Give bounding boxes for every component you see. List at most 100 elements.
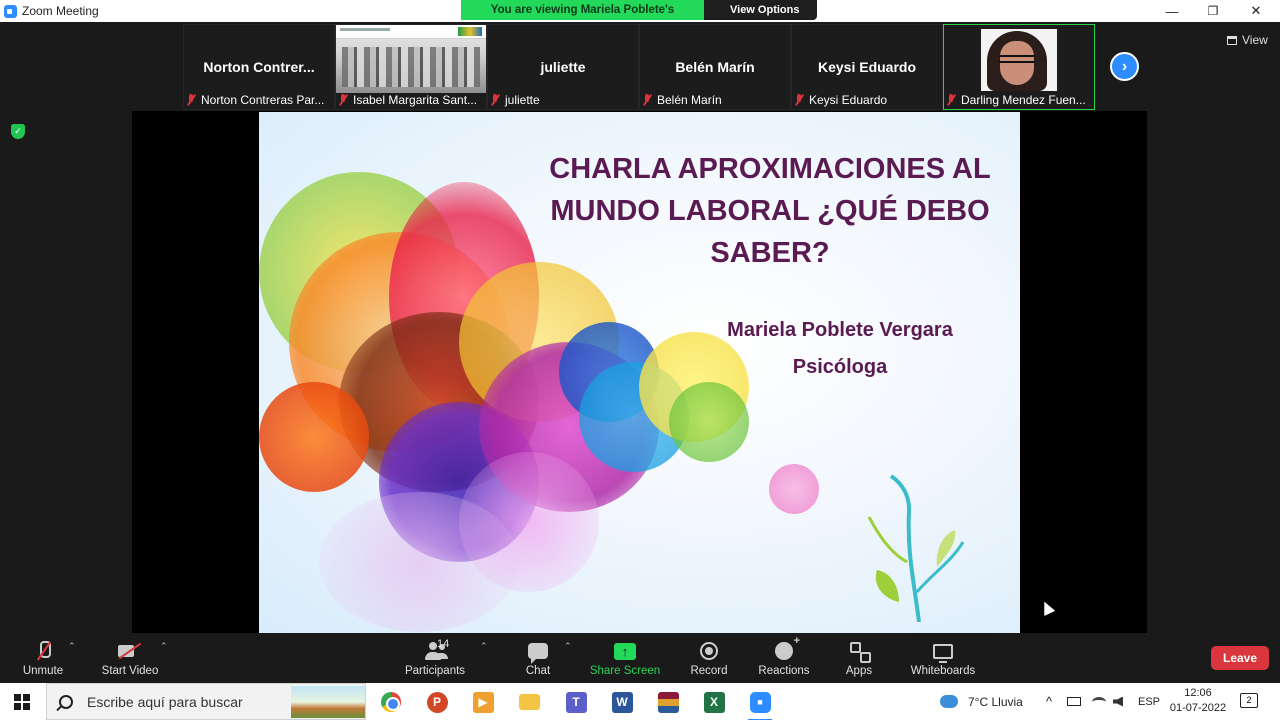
apps-label: Apps: [845, 665, 873, 677]
unmute-label: Unmute: [22, 665, 64, 677]
chrome-app-icon[interactable]: [377, 688, 405, 716]
participant-tile-active[interactable]: Darling Mendez Fuen...: [943, 24, 1095, 110]
share-screen-icon: ↑: [614, 642, 636, 660]
participant-display-name: Keysi Eduardo: [817, 59, 917, 75]
start-video-button[interactable]: Start Video: [100, 633, 160, 683]
close-button[interactable]: ✕: [1234, 0, 1278, 22]
participant-video: [336, 25, 486, 93]
participant-label-text: Keysi Eduardo: [809, 93, 888, 107]
zoom-window: Zoom Meeting — ❐ ✕ You are viewing Marie…: [0, 0, 1280, 720]
weather-widget[interactable]: 7°C Lluvia: [940, 683, 1023, 720]
participant-label: Belén Marín: [642, 92, 722, 108]
chat-button[interactable]: Chat: [524, 633, 552, 683]
next-page-button[interactable]: ›: [1110, 52, 1139, 81]
zoom-glyph: ■: [749, 691, 771, 713]
participant-label-text: Norton Contreras Par...: [201, 93, 325, 107]
powerpoint-app-icon[interactable]: P: [423, 688, 451, 716]
chevron-right-icon: ›: [1121, 57, 1128, 75]
slide-decoration: [259, 382, 369, 492]
chat-icon: [528, 643, 548, 664]
participant-tile[interactable]: Isabel Margarita Sant...: [335, 24, 487, 110]
participant-label-text: Belén Marín: [657, 93, 722, 107]
participant-tile[interactable]: Keysi Eduardo Keysi Eduardo: [791, 24, 943, 110]
participants-options-caret[interactable]: ⌃: [480, 641, 488, 652]
start-video-label: Start Video: [101, 665, 159, 677]
participant-label-text: juliette: [505, 93, 540, 107]
taskbar-search[interactable]: Escribe aquí para buscar: [46, 683, 366, 720]
zoom-app-icon: [4, 4, 17, 18]
participants-label: Participants: [404, 665, 466, 677]
search-icon: [59, 694, 73, 709]
taskbar-clock[interactable]: 12:06 01-07-2022: [1168, 686, 1228, 716]
participant-label: Darling Mendez Fuen...: [946, 92, 1086, 108]
weather-text: 7°C Lluvia: [968, 694, 1023, 709]
view-button[interactable]: View: [1227, 33, 1268, 47]
chat-options-caret[interactable]: ⌃: [564, 641, 572, 652]
media-player-app-icon[interactable]: ▶: [469, 688, 497, 716]
presentation-slide: CHARLA APROXIMACIONES AL MUNDO LABORAL ¿…: [259, 112, 1020, 633]
muted-mic-icon: [36, 641, 51, 661]
slide-presenter-role: Psicóloga: [792, 356, 888, 378]
slide-title: CHARLA APROXIMACIONES AL MUNDO LABORAL ¿…: [529, 148, 1011, 274]
view-options-button[interactable]: View Options ⌄: [704, 0, 817, 36]
whiteboard-icon: [933, 643, 953, 663]
slide-title-line: CHARLA APROXIMACIONES AL: [549, 153, 991, 185]
record-button[interactable]: Record: [689, 633, 729, 683]
screen-share-banner: You are viewing Mariela Poblete's screen…: [461, 0, 817, 36]
muted-mic-icon: [946, 94, 956, 106]
search-placeholder: Escribe aquí para buscar: [87, 693, 243, 710]
windows-start-icon[interactable]: [14, 694, 30, 710]
slide-presenter: Mariela Poblete Vergara Psicóloga: [679, 312, 1001, 386]
participant-display-name: Norton Contrer...: [203, 59, 315, 75]
share-screen-button[interactable]: ↑ Share Screen: [590, 633, 660, 683]
security-shield-icon[interactable]: ✓: [11, 124, 25, 139]
word-app-icon[interactable]: W: [608, 688, 636, 716]
leave-button[interactable]: Leave: [1211, 646, 1269, 670]
language-indicator[interactable]: ESP: [1138, 683, 1160, 720]
teams-app-icon[interactable]: T: [562, 688, 590, 716]
muted-mic-icon: [642, 94, 652, 106]
word-glyph: W: [611, 691, 633, 713]
restore-button[interactable]: ❐: [1191, 0, 1235, 22]
participant-label: juliette: [490, 92, 540, 108]
media-glyph: ▶: [472, 691, 494, 713]
participants-count: 14: [437, 638, 450, 650]
audio-options-caret[interactable]: ⌃: [68, 641, 76, 652]
participant-display-name: Belén Marín: [675, 59, 755, 75]
file-explorer-app-icon[interactable]: [515, 688, 543, 716]
whiteboards-button[interactable]: Whiteboards: [908, 633, 978, 683]
reactions-icon: [775, 635, 800, 660]
tray-chevron-icon[interactable]: ^: [1046, 683, 1052, 720]
apps-button[interactable]: Apps: [842, 633, 876, 683]
participant-label: Keysi Eduardo: [794, 92, 887, 108]
participant-label: Norton Contreras Par...: [186, 92, 324, 108]
record-label: Record: [690, 665, 728, 677]
participants-button[interactable]: 14 Participants: [403, 633, 467, 683]
view-label: View: [1242, 33, 1268, 47]
participant-tile[interactable]: Belén Marín Belén Marín: [639, 24, 791, 110]
video-options-caret[interactable]: ⌃: [160, 641, 168, 652]
apps-icon: [850, 642, 868, 660]
minimize-button[interactable]: —: [1150, 0, 1194, 22]
reactions-label: Reactions: [758, 665, 810, 677]
clock-time: 12:06: [1184, 687, 1212, 699]
chat-label: Chat: [525, 665, 551, 677]
participant-tile[interactable]: juliette juliette: [487, 24, 639, 110]
battery-icon[interactable]: [1067, 683, 1081, 720]
wifi-icon[interactable]: [1092, 683, 1106, 720]
notifications-icon[interactable]: 2: [1240, 693, 1258, 708]
zoom-app-icon[interactable]: ■: [746, 688, 774, 720]
excel-app-icon[interactable]: X: [700, 688, 728, 716]
participant-display-name: juliette: [540, 59, 586, 75]
whiteboards-label: Whiteboards: [910, 665, 976, 677]
winrar-app-icon[interactable]: [654, 688, 682, 716]
slide-title-line: MUNDO LABORAL ¿QUÉ DEBO: [550, 195, 990, 227]
participant-tile[interactable]: Norton Contrer... Norton Contreras Par..…: [183, 24, 335, 110]
participant-label: Isabel Margarita Sant...: [338, 92, 477, 108]
weather-rain-icon: [940, 695, 958, 708]
reactions-button[interactable]: Reactions: [757, 633, 811, 683]
muted-mic-icon: [794, 94, 804, 106]
plant-decoration: [867, 474, 965, 622]
unmute-button[interactable]: Unmute: [22, 633, 64, 683]
volume-icon[interactable]: [1113, 683, 1123, 720]
